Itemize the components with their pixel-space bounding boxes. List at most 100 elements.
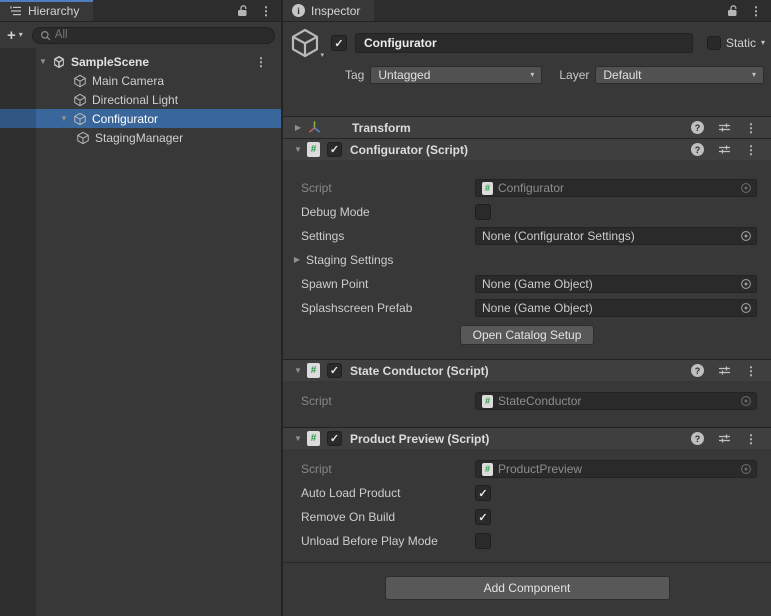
layer-dropdown[interactable]: Default ▾ — [595, 66, 764, 84]
component-header-state-conductor[interactable]: ▼ # State Conductor (Script) ? ⋮ — [283, 359, 771, 381]
expander-icon[interactable]: ▶ — [289, 124, 307, 132]
open-catalog-setup-button[interactable]: Open Catalog Setup — [460, 325, 595, 345]
tree-item-label: Main Camera — [92, 74, 164, 88]
static-checkbox[interactable] — [707, 36, 721, 50]
script-icon: # — [307, 142, 320, 157]
help-icon[interactable]: ? — [691, 121, 704, 134]
component-header-product-preview[interactable]: ▼ # Product Preview (Script) ? ⋮ — [283, 427, 771, 449]
tree-item-samplescene[interactable]: ▼ SampleScene ⋮ — [0, 52, 281, 71]
script-icon: # — [482, 182, 493, 195]
property-label: Auto Load Product — [301, 486, 475, 500]
kebab-menu-icon[interactable]: ⋮ — [745, 144, 757, 156]
component-header-transform[interactable]: ▶ Transform ? ⋮ — [283, 116, 771, 138]
tab-hierarchy[interactable]: Hierarchy — [0, 0, 93, 21]
lock-icon[interactable] — [236, 4, 249, 17]
foldout-label[interactable]: Staging Settings — [306, 253, 393, 267]
object-picker-icon[interactable] — [740, 302, 752, 314]
spawn-point-object-field[interactable]: None (Game Object) — [475, 275, 757, 293]
script-object-field[interactable]: # StateConductor — [475, 392, 757, 410]
component-title: State Conductor (Script) — [350, 364, 489, 378]
presets-icon[interactable] — [718, 364, 731, 377]
tag-dropdown[interactable]: Untagged ▾ — [370, 66, 542, 84]
tree-item-label: SampleScene — [71, 55, 149, 69]
search-input[interactable] — [55, 29, 267, 41]
chevron-down-icon: ▾ — [530, 71, 534, 79]
add-component-button[interactable]: Add Component — [385, 576, 670, 600]
property-label: Settings — [301, 229, 475, 243]
active-checkbox[interactable] — [331, 35, 347, 51]
debug-mode-checkbox[interactable] — [475, 204, 491, 220]
property-label: Script — [301, 394, 475, 408]
script-object-field[interactable]: # Configurator — [475, 179, 757, 197]
help-icon[interactable]: ? — [691, 143, 704, 156]
object-picker-icon[interactable] — [740, 395, 752, 407]
component-body-product-preview: Script # ProductPreview Auto Load Produc… — [283, 449, 771, 561]
splashscreen-prefab-object-field[interactable]: None (Game Object) — [475, 299, 757, 317]
presets-icon[interactable] — [718, 143, 731, 156]
expander-icon[interactable]: ▼ — [55, 115, 73, 123]
unload-before-play-mode-checkbox[interactable] — [475, 533, 491, 549]
tab-hierarchy-label: Hierarchy — [28, 4, 79, 18]
create-menu-button[interactable]: + ▾ — [4, 28, 26, 43]
lock-icon[interactable] — [726, 4, 739, 17]
settings-object-field[interactable]: None (Configurator Settings) — [475, 227, 757, 245]
chevron-down-icon: ▾ — [320, 52, 324, 59]
expander-icon[interactable]: ▼ — [289, 146, 307, 154]
gameobject-name-field[interactable] — [355, 33, 693, 53]
component-title: Product Preview (Script) — [350, 432, 489, 446]
unity-scene-icon — [52, 55, 66, 69]
static-dropdown[interactable]: Static ▾ — [701, 36, 765, 50]
auto-load-product-checkbox[interactable] — [475, 485, 491, 501]
tree-item-label: Configurator — [92, 112, 158, 126]
object-picker-icon[interactable] — [740, 463, 752, 475]
object-picker-icon[interactable] — [740, 230, 752, 242]
property-row: Script # ProductPreview — [283, 457, 771, 481]
component-enabled-checkbox[interactable] — [327, 142, 342, 157]
expander-icon[interactable]: ▼ — [289, 435, 307, 443]
tab-inspector[interactable]: i Inspector — [283, 0, 374, 21]
property-row: ▶ Staging Settings — [283, 248, 771, 272]
kebab-menu-icon[interactable]: ⋮ — [260, 5, 272, 17]
hierarchy-toolbar: + ▾ — [0, 22, 281, 48]
chevron-down-icon: ▾ — [752, 71, 756, 79]
kebab-menu-icon[interactable]: ⋮ — [745, 433, 757, 445]
expander-icon[interactable]: ▶ — [288, 256, 306, 264]
gameobject-icon[interactable]: ▾ — [289, 27, 325, 59]
property-row: Remove On Build — [283, 505, 771, 529]
property-label: Debug Mode — [301, 205, 475, 219]
scene-options-icon[interactable]: ⋮ — [255, 56, 267, 68]
property-row: Settings None (Configurator Settings) — [283, 224, 771, 248]
help-icon[interactable]: ? — [691, 364, 704, 377]
object-picker-icon[interactable] — [740, 182, 752, 194]
hierarchy-icon — [9, 5, 22, 16]
object-field-value: StateConductor — [498, 394, 735, 408]
gameobject-cube-icon — [73, 93, 87, 107]
tree-item-main-camera[interactable]: Main Camera — [0, 71, 281, 90]
gameobject-header: ▾ Static ▾ Tag Untagged ▾ Layer Defau — [283, 22, 771, 90]
component-title: Configurator (Script) — [350, 143, 468, 157]
hierarchy-tab-actions: ⋮ — [236, 0, 281, 21]
tree-item-configurator[interactable]: ▼ Configurator — [0, 109, 281, 128]
presets-icon[interactable] — [718, 121, 731, 134]
component-enabled-checkbox[interactable] — [327, 363, 342, 378]
component-enabled-checkbox[interactable] — [327, 431, 342, 446]
expander-icon[interactable]: ▼ — [34, 58, 52, 66]
help-icon[interactable]: ? — [691, 432, 704, 445]
search-field[interactable] — [32, 27, 275, 44]
remove-on-build-checkbox[interactable] — [475, 509, 491, 525]
expander-icon[interactable]: ▼ — [289, 367, 307, 375]
property-label: Script — [301, 181, 475, 195]
kebab-menu-icon[interactable]: ⋮ — [745, 365, 757, 377]
object-picker-icon[interactable] — [740, 278, 752, 290]
script-object-field[interactable]: # ProductPreview — [475, 460, 757, 478]
kebab-menu-icon[interactable]: ⋮ — [750, 5, 762, 17]
object-field-value: None (Game Object) — [482, 277, 735, 291]
inspector-tab-actions: ⋮ — [726, 0, 771, 21]
kebab-menu-icon[interactable]: ⋮ — [745, 122, 757, 134]
chevron-down-icon: ▾ — [761, 39, 765, 47]
tab-inspector-label: Inspector — [311, 4, 360, 18]
presets-icon[interactable] — [718, 432, 731, 445]
tree-item-stagingmanager[interactable]: StagingManager — [0, 128, 281, 147]
tree-item-directional-light[interactable]: Directional Light — [0, 90, 281, 109]
component-header-configurator[interactable]: ▼ # Configurator (Script) ? ⋮ — [283, 138, 771, 160]
